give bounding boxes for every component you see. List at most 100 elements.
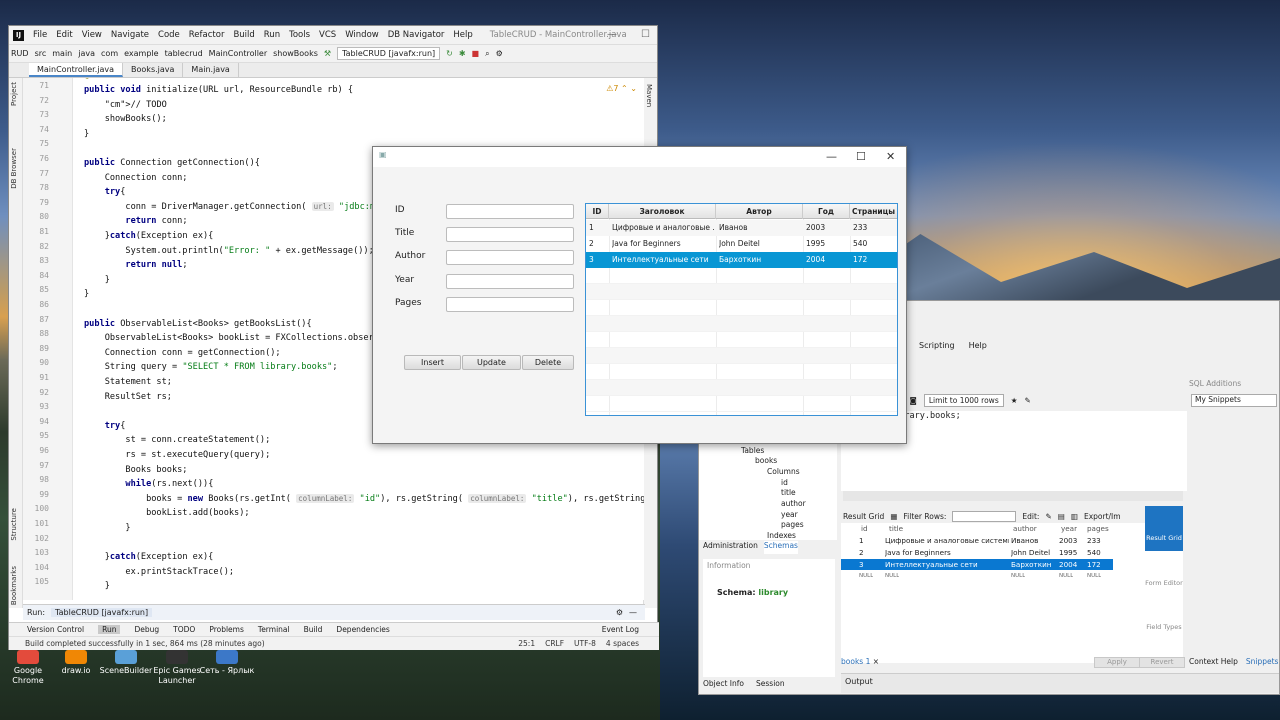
hammer-icon[interactable]: ⚒ bbox=[324, 49, 331, 58]
run-tab[interactable]: TableCRUD [javafx:run] bbox=[51, 608, 153, 617]
autocommit-icon[interactable]: ◙ bbox=[910, 396, 917, 405]
tab-snippets[interactable]: Snippets bbox=[1246, 657, 1279, 669]
table-row[interactable]: 1 Цифровые и аналоговые ... Иванов 2003 233 bbox=[586, 220, 897, 236]
grid-header[interactable]: year bbox=[1061, 524, 1077, 533]
minimize-icon[interactable]: — bbox=[607, 29, 617, 40]
tool-tab-run[interactable]: Run bbox=[98, 625, 121, 634]
tree-indexes[interactable]: Indexes bbox=[767, 531, 796, 540]
tree-col-title[interactable]: title bbox=[781, 488, 796, 497]
favorite-icon[interactable]: ★ bbox=[1011, 396, 1018, 405]
menu-run[interactable]: Run bbox=[264, 30, 280, 40]
tab-schemas[interactable]: Schemas bbox=[763, 541, 798, 554]
rerun-icon[interactable]: ↻ bbox=[446, 49, 453, 58]
id-input[interactable] bbox=[446, 204, 574, 219]
breadcrumb-item[interactable]: example bbox=[124, 49, 158, 58]
snippets-select[interactable]: My Snippets bbox=[1191, 394, 1277, 407]
menu-help[interactable]: Help bbox=[453, 30, 472, 40]
tree-books[interactable]: books bbox=[755, 456, 777, 465]
breadcrumb-item[interactable]: java bbox=[78, 49, 95, 58]
revert-button[interactable]: Revert bbox=[1139, 657, 1185, 668]
update-button[interactable]: Update bbox=[462, 355, 521, 370]
status-line-sep[interactable]: CRLF bbox=[545, 639, 564, 648]
breadcrumb-item[interactable]: RUD bbox=[11, 49, 29, 58]
breadcrumb-item[interactable]: MainController bbox=[209, 49, 267, 58]
menu-tools[interactable]: Tools bbox=[289, 30, 310, 40]
run-config-select[interactable]: TableCRUD [javafx:run] bbox=[337, 47, 441, 60]
column-header-year[interactable]: Год bbox=[803, 204, 850, 219]
column-header-id[interactable]: ID bbox=[586, 204, 609, 219]
tool-project[interactable]: Project bbox=[10, 82, 18, 106]
grid-row[interactable]: 1 Цифровые и аналоговые системы Иванов 2… bbox=[841, 535, 1141, 546]
table-row[interactable]: 2 Java for Beginners John Deitel 1995 540 bbox=[586, 236, 897, 252]
status-message[interactable]: Build completed successfully in 1 sec, 8… bbox=[25, 639, 265, 648]
editor-hscrollbar[interactable] bbox=[843, 491, 1183, 501]
year-input[interactable] bbox=[446, 274, 574, 289]
author-input[interactable] bbox=[446, 250, 574, 265]
result-grid-side-button[interactable]: Result Grid bbox=[1145, 506, 1183, 551]
menu-build[interactable]: Build bbox=[233, 30, 254, 40]
menu-window[interactable]: Window bbox=[345, 30, 379, 40]
delete-button[interactable]: Delete bbox=[522, 355, 574, 370]
grid-header[interactable]: pages bbox=[1087, 524, 1109, 533]
close-icon[interactable]: ✕ bbox=[886, 150, 895, 163]
tool-tab-build[interactable]: Build bbox=[304, 625, 323, 634]
breadcrumb-item[interactable]: com bbox=[101, 49, 118, 58]
desktop-icon-scenebuilder[interactable]: SceneBuilder bbox=[98, 650, 154, 676]
tool-tab-todo[interactable]: TODO bbox=[173, 625, 195, 634]
grid-icon[interactable]: ▦ bbox=[890, 512, 897, 521]
tab-administration[interactable]: Administration bbox=[703, 541, 758, 554]
menu-refactor[interactable]: Refactor bbox=[189, 30, 225, 40]
maximize-icon[interactable]: ☐ bbox=[641, 29, 650, 40]
close-icon[interactable]: × bbox=[873, 657, 879, 666]
menu-view[interactable]: View bbox=[82, 30, 102, 40]
grid-row-selected[interactable]: 3 Интеллектуальные сети Бархоткин 2004 1… bbox=[841, 559, 1113, 570]
menu-db-navigator[interactable]: DB Navigator bbox=[388, 30, 445, 40]
tab-books[interactable]: Books.java bbox=[123, 63, 184, 77]
add-row-icon[interactable]: ▤ bbox=[1058, 512, 1065, 521]
tree-columns[interactable]: Columns bbox=[767, 467, 800, 476]
form-editor-button[interactable]: Form Editor bbox=[1145, 579, 1183, 587]
tool-tab-problems[interactable]: Problems bbox=[209, 625, 244, 634]
column-header-pages[interactable]: Страницы bbox=[850, 204, 897, 219]
gear-icon[interactable]: ⚙ bbox=[496, 49, 503, 58]
tab-main[interactable]: Main.java bbox=[183, 63, 239, 77]
desktop-icon-network[interactable]: Сеть - Ярлык bbox=[199, 650, 255, 676]
grid-header[interactable]: author bbox=[1013, 524, 1037, 533]
tool-bookmarks[interactable]: Bookmarks bbox=[10, 566, 18, 605]
tool-tab-version-control[interactable]: Version Control bbox=[27, 625, 84, 634]
title-input[interactable] bbox=[446, 227, 574, 242]
menu-vcs[interactable]: VCS bbox=[319, 30, 336, 40]
column-header-author[interactable]: Автор bbox=[716, 204, 803, 219]
stop-icon[interactable]: ■ bbox=[472, 49, 480, 58]
apply-button[interactable]: Apply bbox=[1094, 657, 1140, 668]
pages-input[interactable] bbox=[446, 297, 574, 312]
breadcrumb-item[interactable]: showBooks bbox=[273, 49, 318, 58]
tool-tab-debug[interactable]: Debug bbox=[134, 625, 159, 634]
search-icon[interactable]: ⌕ bbox=[485, 49, 489, 59]
tab-object-info[interactable]: Object Info bbox=[703, 679, 744, 691]
tree-col-pages[interactable]: pages bbox=[781, 520, 804, 529]
menu-code[interactable]: Code bbox=[158, 30, 180, 40]
export-label[interactable]: Export/Im bbox=[1084, 512, 1121, 521]
tool-maven[interactable]: Maven bbox=[645, 84, 653, 107]
result-tab-books[interactable]: books 1 bbox=[841, 657, 870, 666]
status-encoding[interactable]: UTF-8 bbox=[574, 639, 596, 648]
warning-indicator[interactable]: ⚠7 ⌃ ⌄ bbox=[606, 84, 637, 93]
debug-icon[interactable]: ✱ bbox=[459, 49, 466, 58]
status-indent[interactable]: 4 spaces bbox=[606, 639, 639, 648]
grid-row-new[interactable]: NULL NULL NULL NULL NULL bbox=[841, 570, 1141, 581]
breadcrumb-item[interactable]: tablecrud bbox=[165, 49, 203, 58]
edit-row-icon[interactable]: ✎ bbox=[1045, 512, 1051, 521]
breadcrumb-item[interactable]: main bbox=[52, 49, 72, 58]
field-types-button[interactable]: Field Types bbox=[1145, 623, 1183, 631]
tab-context-help[interactable]: Context Help bbox=[1189, 657, 1238, 669]
status-caret[interactable]: 25:1 bbox=[518, 639, 535, 648]
maximize-icon[interactable]: ☐ bbox=[856, 150, 866, 163]
tree-col-id[interactable]: id bbox=[781, 478, 788, 487]
grid-row[interactable]: 2 Java for Beginners John Deitel 1995 54… bbox=[841, 547, 1141, 558]
minimize-icon[interactable]: — bbox=[826, 150, 837, 163]
limit-rows-select[interactable]: Limit to 1000 rows bbox=[923, 393, 1004, 407]
menu-edit[interactable]: Edit bbox=[56, 30, 72, 40]
insert-button[interactable]: Insert bbox=[404, 355, 461, 370]
desktop-icon-epic[interactable]: Epic Games Launcher bbox=[149, 650, 205, 686]
